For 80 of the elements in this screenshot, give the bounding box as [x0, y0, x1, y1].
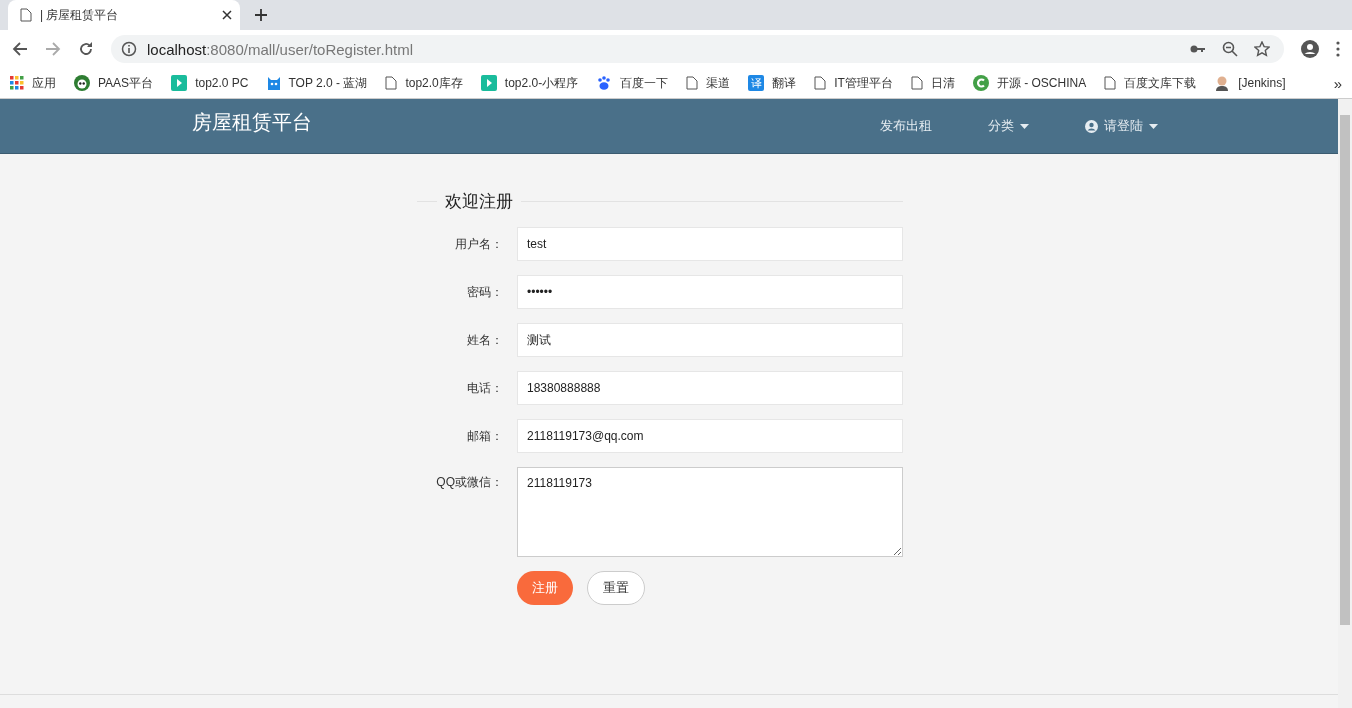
bookmark-label: 百度一下: [620, 74, 669, 92]
bookmark[interactable]: 开源 - OSCHINA: [972, 74, 1087, 92]
form-title: 欢迎注册: [445, 191, 513, 213]
panda-icon: [74, 75, 90, 91]
back-icon[interactable]: [12, 41, 28, 57]
field-label: 姓名：: [466, 332, 503, 349]
play-icon: [480, 75, 497, 91]
butler-icon: [1214, 75, 1231, 91]
bookmark[interactable]: 百度文库下载: [1104, 74, 1197, 92]
input-field[interactable]: 测试: [517, 323, 903, 357]
bookmark-label: top2.0库存: [405, 74, 463, 92]
nav-link[interactable]: 分类: [988, 117, 1029, 135]
bookmark[interactable]: [Jenkins]: [1214, 75, 1286, 91]
bookmark[interactable]: top2.0库存: [385, 74, 463, 92]
bookmark-label: IT管理平台: [834, 74, 893, 92]
zoom-out-icon[interactable]: [1222, 41, 1238, 57]
browser-tab[interactable]: | 房屋租赁平台: [8, 0, 240, 30]
bookmark[interactable]: 译 翻译: [748, 74, 797, 92]
bookmark-label: top2.0 PC: [195, 76, 249, 90]
c-logo-icon: [972, 75, 989, 91]
bookmark[interactable]: top2.0 PC: [171, 75, 249, 91]
address-bar[interactable]: localhost:8080/mall/user/toRegister.html: [111, 35, 1284, 63]
input-field[interactable]: ••••••: [517, 275, 903, 309]
bookmark-label: PAAS平台: [98, 74, 154, 92]
menu-icon[interactable]: [1336, 41, 1340, 57]
brand-title: 房屋租赁平台: [192, 109, 312, 135]
url-text: localhost:8080/mall/user/toRegister.html: [147, 40, 414, 58]
nav-link[interactable]: 请登陆: [1085, 117, 1158, 135]
close-icon[interactable]: [222, 10, 232, 20]
reload-icon[interactable]: [78, 41, 94, 57]
input-field[interactable]: 18380888888: [517, 371, 903, 405]
star-icon[interactable]: [1254, 41, 1270, 57]
bookmark-label: top2.0-小程序: [504, 74, 579, 92]
paw-icon: [596, 75, 613, 91]
bookmark-label: TOP 2.0 - 蓝湖: [288, 74, 368, 92]
field-label: 邮箱：: [466, 428, 503, 445]
caret-icon: [1020, 123, 1029, 129]
play-icon: [171, 75, 188, 91]
bookmark[interactable]: PAAS平台: [74, 74, 154, 92]
bookmark[interactable]: IT管理平台: [814, 74, 893, 92]
text-area[interactable]: 2118119173: [517, 467, 903, 557]
input-field[interactable]: 2118119173@qq.com: [517, 419, 903, 453]
apps-grid-icon: [10, 76, 24, 90]
bookmark-label: 翻译: [772, 74, 797, 92]
bookmark-label: 开源 - OSCHINA: [996, 74, 1087, 92]
mascot-icon: [266, 75, 281, 91]
bookmark-label: 渠道: [706, 74, 731, 92]
bookmark[interactable]: 应用: [10, 74, 56, 92]
account-icon[interactable]: [1301, 40, 1319, 58]
page-icon: [1104, 76, 1117, 90]
form-button[interactable]: 重置: [587, 571, 645, 605]
bookmark[interactable]: top2.0-小程序: [480, 74, 579, 92]
bookmark[interactable]: TOP 2.0 - 蓝湖: [266, 74, 368, 92]
translate-icon: 译: [748, 75, 765, 91]
new-tab-icon[interactable]: [254, 8, 268, 22]
caret-icon: [1149, 123, 1158, 129]
bookmark[interactable]: 日清: [910, 74, 955, 92]
page-icon: [686, 76, 699, 90]
field-label: 电话：: [466, 380, 503, 397]
key-icon[interactable]: [1190, 44, 1206, 54]
bookmark-label: 应用: [32, 74, 56, 92]
tab-title: | 房屋租赁平台: [40, 6, 120, 24]
field-label: 密码：: [466, 284, 503, 301]
user-icon: [1085, 119, 1098, 133]
bookmark[interactable]: 渠道: [686, 74, 731, 92]
page-icon: [910, 76, 923, 90]
bookmark-label: 日清: [930, 74, 955, 92]
scrollbar-thumb[interactable]: [1340, 115, 1350, 625]
field-label: QQ或微信：: [435, 474, 503, 491]
field-label: 用户名：: [454, 236, 503, 253]
page-icon: [20, 8, 32, 22]
input-field[interactable]: test: [517, 227, 903, 261]
bookmark[interactable]: 百度一下: [596, 74, 669, 92]
page-icon: [814, 76, 827, 90]
info-icon: [121, 41, 137, 57]
bookmark-label: [Jenkins]: [1238, 76, 1286, 90]
nav-link[interactable]: 发布出租: [880, 117, 932, 135]
more-bookmarks[interactable]: »: [1333, 74, 1342, 92]
page-icon: [385, 76, 398, 90]
bookmark-label: 百度文库下载: [1124, 74, 1197, 92]
